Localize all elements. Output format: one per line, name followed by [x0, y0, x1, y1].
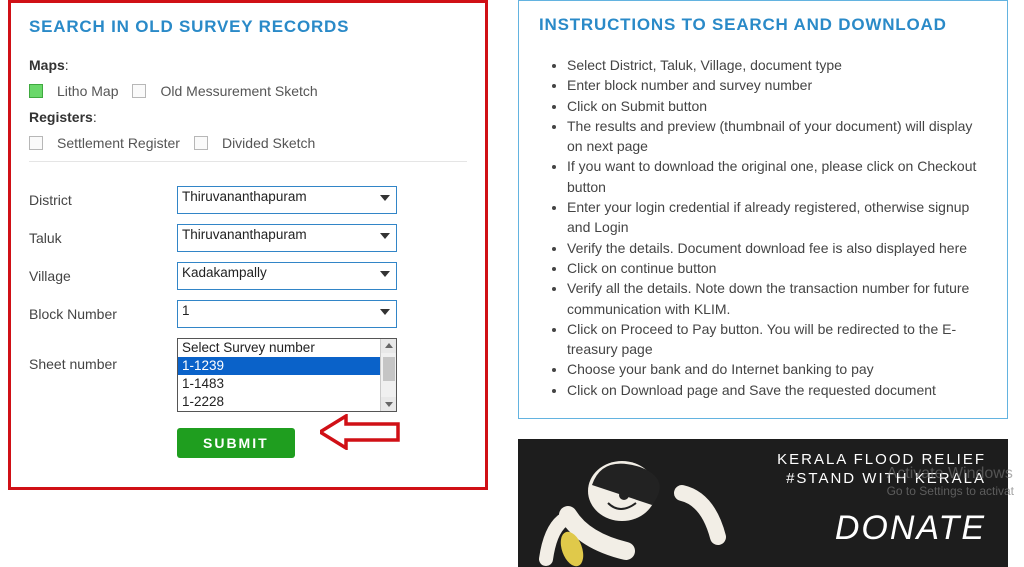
district-select[interactable]: Thiruvananthapuram: [177, 186, 397, 214]
sheet-option[interactable]: 1-1239: [178, 357, 396, 375]
instruction-item: Select District, Taluk, Village, documen…: [567, 55, 987, 75]
chevron-down-icon: [380, 271, 390, 277]
listbox-scrollbar[interactable]: [380, 339, 396, 411]
instruction-item: Click on Submit button: [567, 96, 987, 116]
chevron-down-icon: [380, 195, 390, 201]
litho-map-label: Litho Map: [57, 83, 118, 99]
banner-line2: #STAND WITH KERALA: [732, 470, 986, 487]
instruction-item: Choose your bank and do Internet banking…: [567, 359, 987, 379]
instruction-item: Verify the details. Document download fe…: [567, 238, 987, 258]
district-label: District: [29, 186, 177, 214]
instruction-item: If you want to download the original one…: [567, 156, 987, 197]
sheet-option[interactable]: 1-1483: [178, 375, 396, 393]
village-label: Village: [29, 262, 177, 290]
submit-button[interactable]: SUBMIT: [177, 428, 295, 458]
divided-sketch-label: Divided Sketch: [222, 135, 315, 151]
scroll-thumb[interactable]: [383, 357, 395, 381]
donate-banner[interactable]: KERALA FLOOD RELIEF #STAND WITH KERALA D…: [518, 439, 1008, 567]
banner-line1: KERALA FLOOD RELIEF: [732, 451, 986, 468]
instruction-item: Enter block number and survey number: [567, 75, 987, 95]
taluk-select[interactable]: Thiruvananthapuram: [177, 224, 397, 252]
block-number-label: Block Number: [29, 300, 177, 328]
sheet-option[interactable]: 1-2228: [178, 393, 396, 411]
village-select[interactable]: Kadakampally: [177, 262, 397, 290]
instruction-item: Enter your login credential if already r…: [567, 197, 987, 238]
instruction-item: Click on Download page and Save the requ…: [567, 380, 987, 400]
chevron-down-icon: [380, 233, 390, 239]
settlement-register-label: Settlement Register: [57, 135, 180, 151]
village-value: Kadakampally: [182, 265, 267, 280]
old-sketch-checkbox[interactable]: [132, 84, 146, 98]
sheet-number-listbox[interactable]: Select Survey number 1-1239 1-1483 1-222…: [177, 338, 397, 412]
instructions-panel: INSTRUCTIONS TO SEARCH AND DOWNLOAD Sele…: [518, 0, 1008, 419]
search-title: SEARCH IN OLD SURVEY RECORDS: [29, 17, 467, 37]
registers-group-label: Registers:: [29, 109, 467, 125]
search-panel: SEARCH IN OLD SURVEY RECORDS Maps: Litho…: [8, 0, 488, 490]
divider: [29, 161, 467, 162]
instruction-item: Click on continue button: [567, 258, 987, 278]
instructions-title: INSTRUCTIONS TO SEARCH AND DOWNLOAD: [539, 15, 987, 35]
instruction-item: Verify all the details. Note down the tr…: [567, 278, 987, 319]
litho-map-checkbox[interactable]: [29, 84, 43, 98]
taluk-label: Taluk: [29, 224, 177, 252]
banner-donate-text: DONATE: [732, 509, 986, 548]
banner-illustration: [532, 449, 732, 557]
instruction-item: Click on Proceed to Pay button. You will…: [567, 319, 987, 360]
sheet-number-label: Sheet number: [29, 338, 177, 412]
old-sketch-label: Old Messurement Sketch: [160, 83, 317, 99]
block-number-select[interactable]: 1: [177, 300, 397, 328]
instructions-list: Select District, Taluk, Village, documen…: [567, 55, 987, 400]
maps-group-label: Maps:: [29, 57, 467, 73]
scroll-up-icon[interactable]: [381, 339, 396, 353]
scroll-down-icon[interactable]: [381, 397, 396, 411]
taluk-value: Thiruvananthapuram: [182, 227, 307, 242]
block-number-value: 1: [182, 303, 190, 318]
chevron-down-icon: [380, 309, 390, 315]
district-value: Thiruvananthapuram: [182, 189, 307, 204]
instruction-item: The results and preview (thumbnail of yo…: [567, 116, 987, 157]
divided-sketch-checkbox[interactable]: [194, 136, 208, 150]
settlement-register-checkbox[interactable]: [29, 136, 43, 150]
sheet-option[interactable]: Select Survey number: [178, 339, 396, 357]
